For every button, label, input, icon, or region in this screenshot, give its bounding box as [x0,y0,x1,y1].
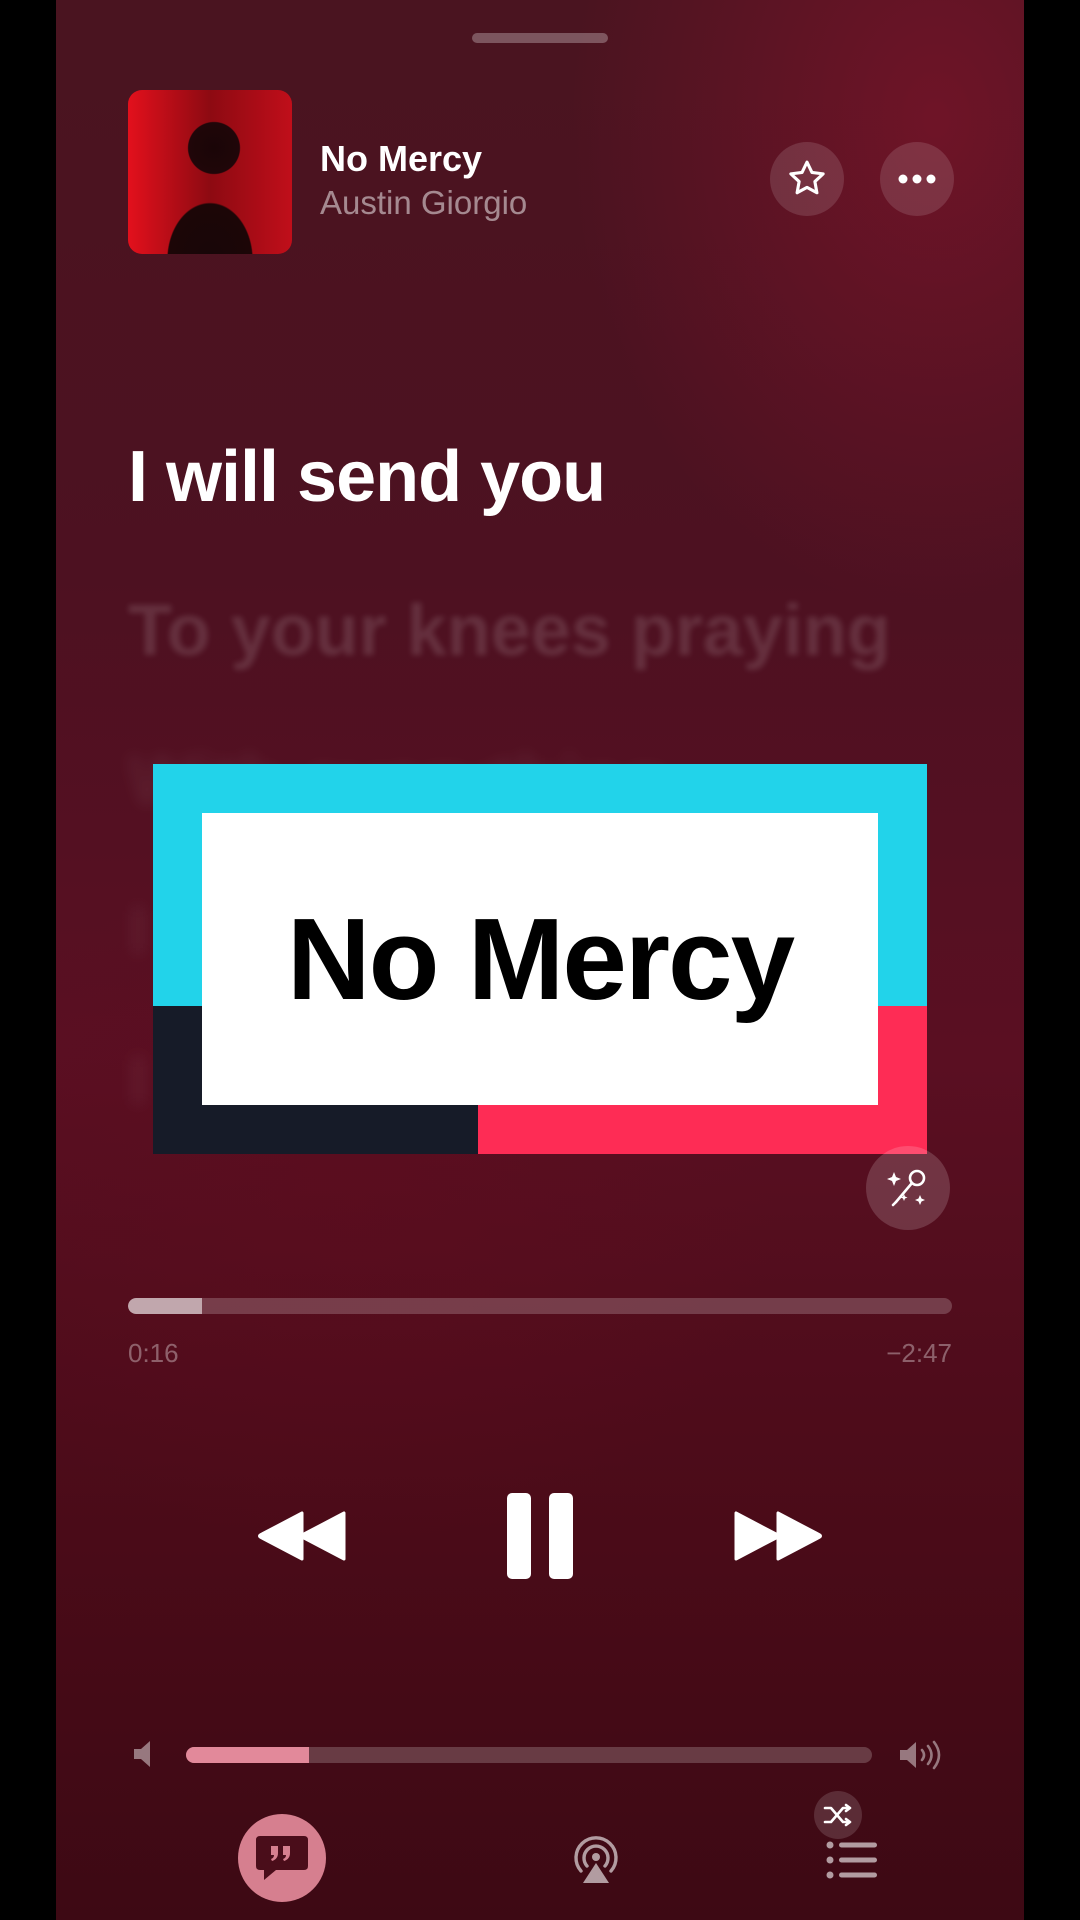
elapsed-time: 0:16 [128,1338,179,1368]
album-artwork[interactable] [128,90,292,254]
more-button[interactable] [880,142,954,216]
title-overlay-card: No Mercy [153,764,927,1154]
rewind-icon [258,1511,346,1561]
overlay-text-panel: No Mercy [202,813,878,1105]
lyric-line[interactable]: I [128,890,148,972]
favorite-button[interactable] [770,142,844,216]
rewind-button[interactable] [246,1496,358,1576]
volume-min-control [132,1738,160,1775]
speaker-low-icon [134,1741,150,1767]
playback-progress-fill [128,1298,203,1314]
airplay-button[interactable] [556,1820,636,1900]
lyrics-button[interactable] [238,1814,326,1902]
playback-scrubber[interactable] [128,1298,952,1314]
screen: No Mercy Austin Giorgio I will send you … [0,0,1080,1920]
song-artist[interactable]: Austin Giorgio [320,184,527,222]
shuffle-icon [823,1803,852,1827]
song-title[interactable]: No Mercy [320,138,482,180]
lyric-next-line[interactable]: To your knees praying [128,590,891,672]
sing-button[interactable] [866,1146,950,1230]
ellipsis-icon [898,174,936,184]
forward-button[interactable] [722,1496,834,1576]
overlay-title: No Mercy [286,894,795,1024]
remaining-time: −2:47 [886,1338,952,1368]
pause-button[interactable] [492,1488,588,1584]
airplay-icon [574,1836,618,1883]
list-icon [826,1841,877,1879]
speaker-high-icon [900,1740,941,1770]
shuffle-badge[interactable] [814,1791,862,1839]
volume-max-control [898,1738,946,1777]
pause-icon [507,1493,573,1579]
now-playing-sheet: No Mercy Austin Giorgio I will send you … [56,0,1024,1920]
volume-level-fill [186,1747,310,1763]
fast-forward-icon [734,1511,822,1561]
quote-bubble-icon [256,1836,308,1880]
star-icon [789,160,825,195]
volume-slider[interactable] [186,1747,872,1763]
sheet-grabber[interactable] [472,33,608,43]
lyric-line[interactable]: I [128,1040,148,1122]
microphone-sparkle-icon [887,1169,926,1207]
lyric-current-line[interactable]: I will send you [128,436,606,518]
